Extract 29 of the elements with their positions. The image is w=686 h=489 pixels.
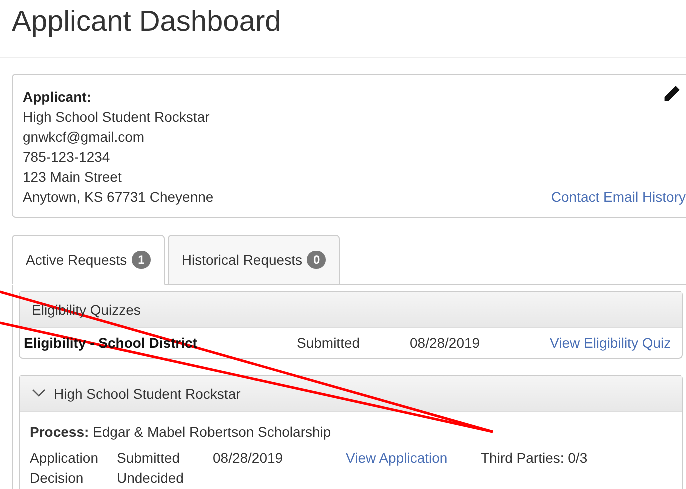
step-status: Undecided — [117, 469, 185, 488]
tab[interactable]: Active Requests 1 — [12, 235, 165, 285]
tab[interactable]: Historical Requests 0 — [168, 235, 340, 285]
applicant-detail: Anytown, KS 67731 Cheyenne — [23, 188, 214, 207]
applicant-heading: Applicant: — [23, 88, 92, 107]
step-status: Submitted — [117, 449, 182, 468]
tab-label: Historical Requests — [182, 252, 302, 268]
applicant-detail: High School Student Rockstar — [23, 108, 210, 127]
process-text: Process: Edgar & Mabel Robertson Scholarship — [30, 423, 332, 442]
contact-email-history-link[interactable]: Contact Email History — [551, 187, 686, 207]
count-badge: 0 — [307, 251, 326, 269]
edit-icon[interactable] — [663, 85, 681, 103]
quiz-date: 08/28/2019 — [410, 334, 482, 352]
page-title: Applicant Dashboard — [12, 5, 282, 40]
quiz-status: Submitted — [297, 334, 362, 352]
step-label: Application — [30, 449, 100, 468]
step-label: Decision — [30, 469, 85, 488]
applicant-detail: 785-123-1234 — [23, 148, 110, 167]
panel-header[interactable]: High School Student Rockstar — [20, 376, 682, 412]
count-badge: 1 — [132, 251, 151, 269]
view-application-link[interactable]: View Application — [346, 448, 481, 468]
step-date: 08/28/2019 — [213, 449, 284, 468]
view-eligibility-quiz-link[interactable]: View Eligibility Quiz — [550, 334, 678, 352]
applicant-detail: 123 Main Street — [23, 168, 122, 187]
panel-heading: High School Student Rockstar — [54, 386, 241, 402]
applicant-detail: gnwkcf@gmail.com — [23, 128, 145, 147]
tab-label: Active Requests — [26, 252, 128, 268]
chevron-icon[interactable] — [32, 389, 46, 398]
third-parties-text: Third Parties: 0/3 — [481, 449, 589, 468]
